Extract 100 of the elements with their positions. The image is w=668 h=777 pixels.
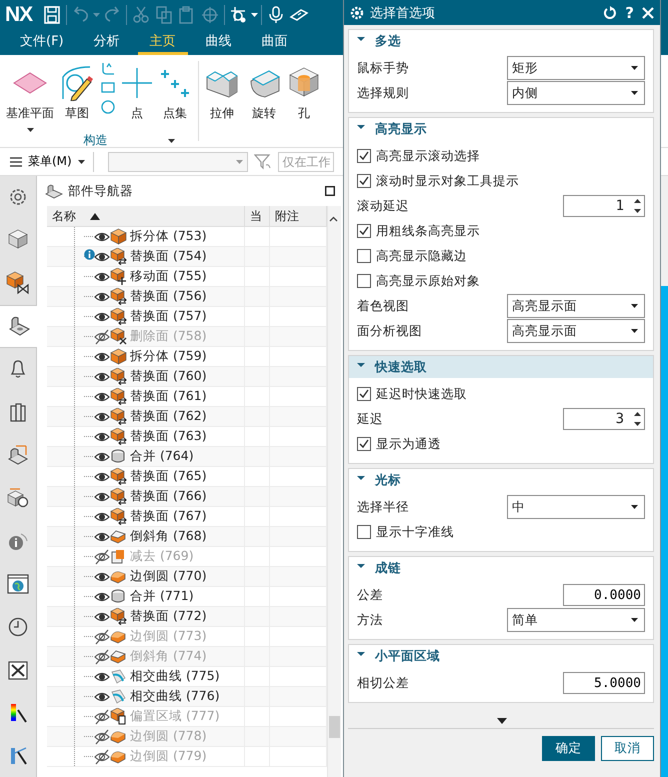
more-options-icon[interactable] <box>497 718 507 724</box>
cancel-button[interactable]: 取消 <box>601 736 654 761</box>
feature-name[interactable]: 合并 (771) <box>130 588 194 605</box>
hidden-eye-icon[interactable] <box>94 328 110 344</box>
copy-icon <box>154 5 174 25</box>
dropdown[interactable]: 中 <box>507 495 645 519</box>
check-icon <box>359 439 369 449</box>
ribbon-button[interactable]: 孔 <box>287 61 321 141</box>
column-header[interactable]: 当 <box>245 206 270 226</box>
field-label: 方法 <box>357 612 383 628</box>
ok-button[interactable]: 确定 <box>542 736 595 761</box>
column-header[interactable]: 名称 <box>47 206 245 226</box>
ribbon-tab[interactable]: 主页 <box>138 30 188 55</box>
feature-name[interactable]: 替换面 (765) <box>130 468 207 485</box>
curve-arrow-button[interactable] <box>100 61 116 77</box>
feature-name[interactable]: 拆分体 (759) <box>130 348 207 365</box>
ribbon-tab[interactable]: 曲线 <box>194 30 244 55</box>
field-label: 选择半径 <box>357 498 409 516</box>
section-header[interactable]: 多选 <box>349 30 653 52</box>
caret-icon <box>631 505 638 509</box>
feature-name[interactable]: 替换面 (767) <box>130 508 207 525</box>
ribbon-button[interactable]: 草图 <box>58 61 96 132</box>
feature-name[interactable]: 替换面 (757) <box>130 308 207 325</box>
checkbox[interactable]: 显示为通透 <box>357 436 441 452</box>
field-label: 延迟 <box>357 410 383 428</box>
ribbon-tab[interactable]: 文件(F) <box>8 30 76 55</box>
hidden-eye-icon[interactable] <box>94 748 110 764</box>
hidden-eye-icon[interactable] <box>94 628 110 644</box>
feature-name[interactable]: 拆分体 (753) <box>130 228 207 245</box>
spinner-field[interactable]: 3 <box>563 408 645 430</box>
gear-icon <box>350 6 364 20</box>
dropdown[interactable]: 高亮显示面 <box>507 294 645 318</box>
point-icon <box>122 68 152 98</box>
checkbox[interactable]: 延迟时快速选取 <box>357 386 467 402</box>
ribbon-button[interactable]: 点集 <box>156 61 194 132</box>
section-header[interactable]: 快速选取 <box>349 356 653 378</box>
field-label: 着色视图 <box>357 298 409 314</box>
help-button[interactable]: ? <box>623 4 636 22</box>
field-label: 公差 <box>357 586 383 604</box>
ribbon-button[interactable]: 点 <box>120 61 154 132</box>
field-label: 相切公差 <box>357 674 409 692</box>
dropdown[interactable]: 高亮显示面 <box>507 319 645 343</box>
checkbox[interactable]: 高亮显示原始对象 <box>357 272 480 290</box>
menu-icon <box>10 156 22 166</box>
field-label: 面分析视图 <box>357 322 422 340</box>
feature-name[interactable]: 移动面 (755) <box>130 268 207 285</box>
section-header[interactable]: 成链 <box>349 557 653 579</box>
hole-icon <box>289 67 319 99</box>
caret-icon <box>631 618 638 622</box>
bracket-part-icon <box>45 183 63 199</box>
ribbon-tab[interactable]: 曲面 <box>250 30 300 55</box>
section-header[interactable]: 光标 <box>349 469 653 491</box>
menu-button[interactable]: 菜单(M) <box>10 153 85 170</box>
feature-name[interactable]: 替换面 (763) <box>130 428 207 445</box>
navigator-tab[interactable] <box>0 304 37 348</box>
number-field[interactable]: 0.0000 <box>563 584 645 606</box>
checkbox[interactable]: 高亮显示隐藏边 <box>357 248 467 264</box>
checkbox[interactable]: 用粗线条高亮显示 <box>357 222 480 240</box>
hidden-eye-icon[interactable] <box>94 648 110 664</box>
circle-icon <box>101 100 115 114</box>
section-header[interactable]: 小平面区域 <box>349 645 653 667</box>
dropdown[interactable]: 矩形 <box>507 56 645 80</box>
check-icon <box>359 151 369 161</box>
crosshair-icon <box>200 5 220 25</box>
field-label: 鼠标手势 <box>357 60 409 76</box>
ribbon-button[interactable]: 旋转 <box>245 61 283 141</box>
caret-icon <box>236 160 243 164</box>
close-button[interactable] <box>642 6 654 18</box>
sketch-icon <box>60 65 94 101</box>
caret-icon <box>168 138 174 142</box>
check-icon <box>359 389 369 399</box>
hidden-eye-icon[interactable] <box>94 708 110 724</box>
ribbon-tab[interactable]: 分析 <box>82 30 132 55</box>
maximize-icon[interactable] <box>325 186 335 196</box>
check-icon <box>359 226 369 236</box>
reset-button[interactable] <box>603 6 618 20</box>
feature-name[interactable]: 相交曲线 (775) <box>130 668 220 685</box>
field-label: 滚动延迟 <box>357 198 409 214</box>
spinner-field[interactable]: 1 <box>563 195 645 217</box>
checkbox[interactable]: 滚动时显示对象工具提示 <box>357 172 519 190</box>
feature-name[interactable]: 替换面 (761) <box>130 388 207 405</box>
caret-icon <box>93 13 100 17</box>
number-field[interactable]: 5.0000 <box>563 672 645 694</box>
dropdown[interactable]: 内侧 <box>507 81 645 105</box>
filter-icon[interactable] <box>254 154 272 170</box>
checkbox[interactable]: 高亮显示滚动选择 <box>357 148 480 164</box>
ribbon-button[interactable]: 基准平面 <box>4 61 56 132</box>
checkbox[interactable]: 显示十字准线 <box>357 524 454 540</box>
scroll-up-icon[interactable] <box>329 216 338 222</box>
reset-icon <box>603 6 618 20</box>
scrollbar-thumb[interactable] <box>329 716 340 738</box>
section-header[interactable]: 高亮显示 <box>349 118 653 140</box>
hidden-eye-icon[interactable] <box>94 548 110 564</box>
ribbon-button[interactable]: 拉伸 <box>203 61 241 141</box>
field-label: 选择规则 <box>357 84 409 102</box>
circle-button[interactable] <box>100 99 116 115</box>
feature-name[interactable]: 合并 (764) <box>130 448 194 465</box>
panel-title: 部件导航器 <box>68 182 134 200</box>
dropdown[interactable]: 简单 <box>507 608 645 632</box>
hidden-eye-icon[interactable] <box>94 728 110 744</box>
